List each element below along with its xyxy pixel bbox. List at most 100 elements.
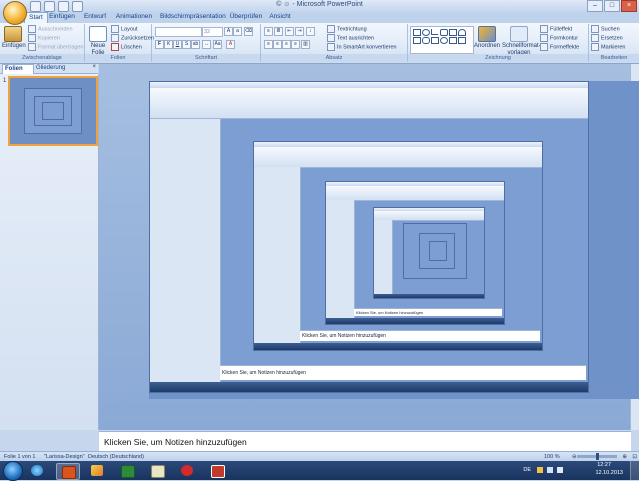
language-indicator[interactable]: DE [523,467,531,473]
close-icon[interactable]: × [92,64,96,70]
effects-button[interactable]: Formeffekte [540,43,579,51]
tab-ansicht[interactable]: Ansicht [268,12,292,22]
close-button[interactable]: × [621,0,637,12]
copy-button[interactable]: Kopieren [28,34,60,42]
tab-animationen[interactable]: Animationen [114,12,154,22]
arc-shape-icon[interactable] [458,29,466,36]
nested-window-7 [429,241,447,261]
taskbar-powerpoint[interactable] [56,463,80,480]
taskbar-app[interactable] [206,463,228,478]
outline-button[interactable]: Formkontur [540,34,578,42]
tab-ueberpruefen[interactable]: Überprüfen [228,12,264,22]
tab-folien[interactable]: Folien [2,64,34,74]
taskbar-pdf[interactable] [176,463,198,478]
tray-flag-icon[interactable] [537,467,543,473]
clipboard-icon [4,26,22,42]
notes-pane[interactable]: Klicken Sie, um Notizen hinzuzufügen [99,431,631,452]
bullets-icon[interactable]: ≡ [264,27,273,36]
clock-date[interactable]: 12.10.2013 [595,470,623,476]
decrease-indent-icon[interactable]: ⇤ [285,27,294,36]
shadow-icon[interactable]: S [182,40,191,49]
taskbar-notepad[interactable] [146,463,168,478]
align-text-button[interactable]: Text ausrichten [327,34,374,42]
cylinder-shape-icon[interactable] [422,37,430,44]
arrange-button[interactable]: Anordnen [474,26,500,50]
star-shape-icon[interactable] [449,37,457,44]
numbering-icon[interactable]: ≣ [274,27,283,36]
increase-indent-icon[interactable]: ⇥ [295,27,304,36]
nested-taskbar [254,343,542,350]
replace-button[interactable]: Ersetzen [591,34,623,42]
arrow-shape-icon[interactable] [449,29,457,36]
office-orb-icon[interactable] [3,1,27,25]
taskbar-ie[interactable] [26,463,48,478]
reset-icon [111,34,119,42]
grow-font-icon[interactable]: A [224,27,233,36]
zoom-slider-handle[interactable] [595,453,599,460]
delete-slide-button[interactable]: Löschen [111,43,142,51]
tray-volume-icon[interactable] [557,467,563,473]
tab-gliederung[interactable]: Gliederung [36,64,76,73]
strikethrough-icon[interactable]: ab [191,40,200,49]
select-button[interactable]: Markieren [591,43,625,51]
tab-start[interactable]: Start [24,12,48,23]
paste-button[interactable]: Einfügen [2,26,26,50]
rounded-rect-shape-icon[interactable] [440,29,448,36]
minimize-button[interactable]: – [587,0,603,12]
oval-shape-icon[interactable] [422,29,430,36]
fill-label: Fülleffekt [550,26,573,33]
font-size-field[interactable]: 32 [202,27,223,37]
font-color-icon[interactable]: A [226,40,235,49]
shrink-font-icon[interactable]: a [233,27,242,36]
zoom-slider[interactable] [577,453,617,460]
align-left-icon[interactable]: ≡ [264,40,273,49]
callout-shape-icon[interactable] [458,37,466,44]
shapes-gallery[interactable] [410,26,474,54]
brace-shape-icon[interactable] [431,37,439,44]
layout-button[interactable]: Layout [111,25,138,33]
align-center-icon[interactable]: ≡ [273,40,282,49]
find-button[interactable]: Suchen [591,25,620,33]
format-painter-label: Format übertragen [38,44,84,51]
tab-einfuegen[interactable]: Einfügen [49,12,75,22]
quick-styles-button[interactable]: Schnellformat-vorlagen [502,26,541,57]
slide-canvas[interactable]: Klicken Sie, um Notizen hinzuzufügen Kli… [149,81,639,399]
clock-time[interactable]: 12:27 [597,462,611,468]
windows-start-icon[interactable] [3,461,23,481]
taskbar-paint[interactable] [86,463,108,478]
rectangle-shape-icon[interactable] [413,29,421,36]
font-name-field[interactable] [155,27,202,37]
columns-icon[interactable]: ▥ [301,40,310,49]
justify-icon[interactable]: ≡ [291,40,300,49]
outline-label: Formkontur [550,35,579,42]
maximize-button[interactable]: □ [604,0,620,12]
line-spacing-icon[interactable]: ↕ [306,27,315,36]
char-spacing-icon[interactable]: ↔ [202,40,211,49]
brush-icon [28,43,36,51]
show-desktop-button[interactable] [630,461,639,480]
italic-icon[interactable]: K [164,40,173,49]
tab-bildschirmpraesentation[interactable]: Bildschirmpräsentation [160,12,226,22]
text-direction-button[interactable]: Textrichtung [327,25,367,33]
format-painter-button[interactable]: Format übertragen [28,43,84,51]
new-slide-button[interactable]: Neue Folie [87,26,109,57]
clear-format-icon[interactable]: ⌫ [244,27,253,36]
cut-button[interactable]: Ausschneiden [28,25,73,33]
underline-icon[interactable]: U [173,40,182,49]
triangle-shape-icon[interactable] [413,37,421,44]
line-shape-icon[interactable] [431,29,438,35]
taskbar-excel[interactable] [116,463,138,478]
smartart-button[interactable]: In SmartArt konvertieren [327,43,397,51]
group-folien: Neue Folie Layout Zurücksetzen Löschen F… [85,24,154,62]
group-zwischenablage: Einfügen Ausschneiden Kopieren Format üb… [0,24,85,62]
change-case-icon[interactable]: Aa [213,40,222,49]
circle-shape-icon[interactable] [440,37,448,44]
nested-slide-panel [150,119,221,383]
align-right-icon[interactable]: ≡ [282,40,291,49]
slide-thumbnail[interactable] [8,76,98,146]
tab-entwurf[interactable]: Entwurf [82,12,108,22]
fill-button[interactable]: Fülleffekt [540,25,572,33]
reset-button[interactable]: Zurücksetzen [111,34,154,42]
tray-network-icon[interactable] [547,467,553,473]
bold-icon[interactable]: F [155,40,164,49]
